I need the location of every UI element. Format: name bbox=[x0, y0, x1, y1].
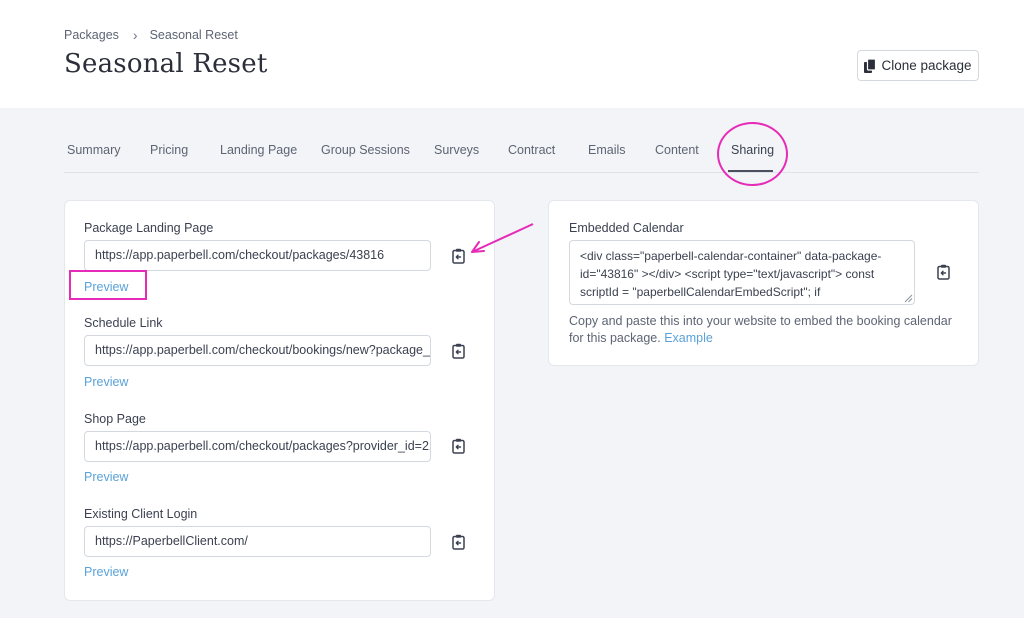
clipboard-copy-icon[interactable] bbox=[452, 343, 465, 359]
embedded-calendar-label: Embedded Calendar bbox=[569, 221, 684, 235]
tab-contract[interactable]: Contract bbox=[508, 143, 555, 157]
tab-pricing[interactable]: Pricing bbox=[150, 143, 188, 157]
tab-landing-page[interactable]: Landing Page bbox=[220, 143, 297, 157]
page-header: Packages › Seasonal Reset Seasonal Reset… bbox=[0, 0, 1024, 108]
embed-example-link[interactable]: Example bbox=[664, 331, 713, 345]
annotation-arrow bbox=[471, 223, 534, 253]
clone-package-button[interactable]: Clone package bbox=[857, 50, 979, 81]
embed-code-textarea[interactable]: <div class="paperbell-calendar-container… bbox=[569, 240, 915, 305]
breadcrumb-current: Seasonal Reset bbox=[149, 28, 238, 42]
shop-page-preview-link[interactable]: Preview bbox=[84, 470, 128, 484]
embed-help-description: Copy and paste this into your website to… bbox=[569, 314, 952, 345]
schedule-link-label: Schedule Link bbox=[84, 316, 163, 330]
package-landing-page-url-field[interactable]: https://app.paperbell.com/checkout/packa… bbox=[84, 240, 431, 271]
tab-surveys[interactable]: Surveys bbox=[434, 143, 479, 157]
clipboard-copy-icon[interactable] bbox=[452, 248, 465, 264]
clipboard-copy-icon[interactable] bbox=[937, 264, 950, 280]
breadcrumb: Packages › Seasonal Reset bbox=[64, 27, 238, 43]
breadcrumb-chevron-icon: › bbox=[132, 27, 138, 43]
tab-bar: Summary Pricing Landing Page Group Sessi… bbox=[64, 130, 979, 173]
schedule-link-preview-link[interactable]: Preview bbox=[84, 375, 128, 389]
resize-handle-icon[interactable] bbox=[904, 294, 913, 303]
clipboard-copy-icon[interactable] bbox=[452, 438, 465, 454]
clipboard-copy-icon[interactable] bbox=[452, 534, 465, 550]
preview-annotation-box bbox=[69, 270, 147, 300]
tab-group-sessions[interactable]: Group Sessions bbox=[321, 143, 410, 157]
package-landing-page-label: Package Landing Page bbox=[84, 221, 214, 235]
copy-icon bbox=[864, 58, 877, 73]
tab-emails[interactable]: Emails bbox=[588, 143, 626, 157]
tab-content[interactable]: Content bbox=[655, 143, 699, 157]
existing-client-login-label: Existing Client Login bbox=[84, 507, 198, 521]
shop-page-label: Shop Page bbox=[84, 412, 146, 426]
existing-client-login-url-field[interactable]: https://PaperbellClient.com/ bbox=[84, 526, 431, 557]
breadcrumb-packages[interactable]: Packages bbox=[64, 28, 119, 42]
existing-client-login-preview-link[interactable]: Preview bbox=[84, 565, 128, 579]
clone-package-label: Clone package bbox=[881, 58, 972, 73]
embed-help-text: Copy and paste this into your website to… bbox=[569, 313, 959, 347]
page-title: Seasonal Reset bbox=[64, 49, 268, 79]
sharing-tab-annotation-circle bbox=[717, 122, 788, 186]
shop-page-url-field[interactable]: https://app.paperbell.com/checkout/packa… bbox=[84, 431, 431, 462]
tab-summary[interactable]: Summary bbox=[67, 143, 120, 157]
schedule-link-url-field[interactable]: https://app.paperbell.com/checkout/booki… bbox=[84, 335, 431, 366]
